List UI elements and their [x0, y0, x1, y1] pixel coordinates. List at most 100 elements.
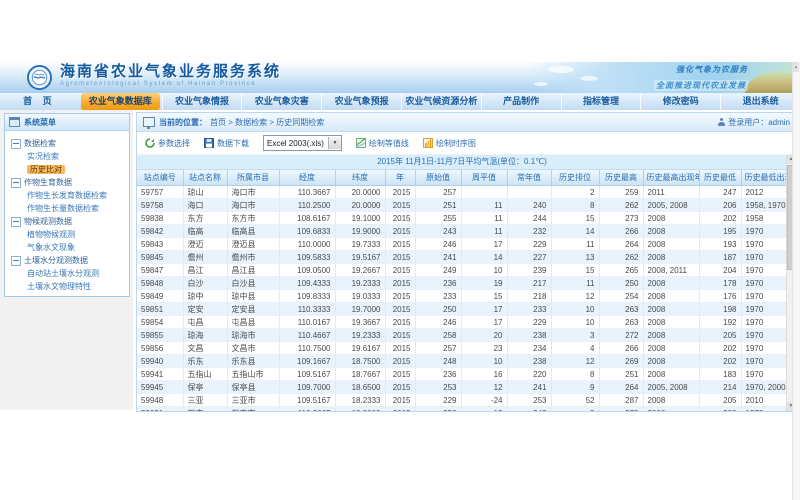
table-cell: 2015: [385, 342, 415, 355]
table-row[interactable]: 59758海口海口市110.250020.0000201525111240826…: [137, 199, 787, 212]
table-cell: 269: [599, 355, 643, 368]
tree-group[interactable]: 物候观测数据: [11, 215, 127, 228]
table-cell: 澄迈: [183, 238, 227, 251]
collapse-icon[interactable]: [11, 139, 21, 149]
table-row[interactable]: 59843澄迈澄迈县110.000019.7333201524617229112…: [137, 238, 787, 251]
table-row[interactable]: 59948三亚三亚市109.516718.23332015229-2425352…: [137, 394, 787, 407]
table-cell: 1958: [741, 212, 787, 225]
tree-item[interactable]: 植物物候观测: [11, 228, 127, 241]
export-format-select[interactable]: Excel 2003(.xls) ▼: [263, 135, 342, 151]
table-row[interactable]: 59951万宁万宁市110.366718.8000201525613243927…: [137, 407, 787, 412]
nav-item[interactable]: 农业气象数据库: [81, 93, 160, 110]
table-cell: 243: [415, 225, 461, 238]
nav-item[interactable]: 农业气象预报: [321, 93, 401, 110]
column-header: 站点名称: [183, 170, 227, 186]
table-cell: 19.7000: [335, 303, 385, 316]
sidebar-column: 系统菜单 数据检索实况检索历史比对作物生育数据作物生长发育数据检索作物生长量数据…: [0, 110, 133, 410]
table-row[interactable]: 59940乐东乐东县109.166718.7500201524810238122…: [137, 355, 787, 368]
table-cell: 1958, 1970: [741, 199, 787, 212]
table-row[interactable]: 59845儋州儋州市109.583319.5167201524114227132…: [137, 251, 787, 264]
tree-item[interactable]: 土壤水文物理特性: [11, 280, 127, 293]
table-cell: 2008: [643, 316, 699, 329]
table-cell: 1970: [741, 316, 787, 329]
tree-item[interactable]: 自动站土壤水分观测: [11, 267, 127, 280]
table-cell: 2008: [643, 368, 699, 381]
table-row[interactable]: 59945保亭保亭县109.700018.6500201525312241926…: [137, 381, 787, 394]
table-cell: 262: [599, 251, 643, 264]
table-cell: -24: [461, 394, 507, 407]
table-cell: 1970: [741, 251, 787, 264]
table-cell: 220: [507, 368, 551, 381]
table-cell: 214: [699, 381, 741, 394]
tree-group-label: 土壤水分观测数据: [24, 255, 88, 266]
column-header: 历史最高: [599, 170, 643, 186]
table-cell: 266: [599, 225, 643, 238]
table-cell: 266: [599, 342, 643, 355]
table-row[interactable]: 59856文昌文昌市110.750019.6167201525723234426…: [137, 342, 787, 355]
table-row[interactable]: 59842临高临高县109.683319.9000201524311232142…: [137, 225, 787, 238]
collapse-icon[interactable]: [11, 256, 21, 266]
table-row[interactable]: 59849琼中琼中县109.833319.0333201523315218122…: [137, 290, 787, 303]
column-header: 经度: [279, 170, 335, 186]
column-header: 年: [385, 170, 415, 186]
breadcrumb[interactable]: 首页 > 数据检索 > 历史同期检索: [210, 117, 324, 128]
nav-item[interactable]: 农业气象灾害: [241, 93, 321, 110]
tree-item[interactable]: 实况检索: [11, 150, 127, 163]
table-cell: 17: [461, 238, 507, 251]
table-row[interactable]: 59854屯昌屯昌县110.016719.3667201524617229102…: [137, 316, 787, 329]
nav-item[interactable]: 退出系统: [720, 93, 800, 110]
table-cell: 2015: [385, 316, 415, 329]
tree-item[interactable]: 历史比对: [11, 163, 127, 176]
table-cell: 229: [507, 238, 551, 251]
table-cell: 1970: [741, 277, 787, 290]
collapse-icon[interactable]: [11, 217, 21, 227]
table-cell: 229: [507, 316, 551, 329]
nav-item[interactable]: 指标管理: [561, 93, 641, 110]
tree-group[interactable]: 作物生育数据: [11, 176, 127, 189]
table-row[interactable]: 59851定安定安县110.333319.7000201525017233102…: [137, 303, 787, 316]
table-row[interactable]: 59838东方东方市108.616719.1000201525511244152…: [137, 212, 787, 225]
table-cell: 240: [507, 199, 551, 212]
table-cell: 202: [699, 342, 741, 355]
table-cell: 12: [551, 355, 599, 368]
table-cell: 239: [507, 264, 551, 277]
table-cell: 19.0333: [335, 290, 385, 303]
collapse-icon[interactable]: [11, 178, 21, 188]
table-cell: 234: [507, 342, 551, 355]
table-row[interactable]: 59848白沙白沙县109.433319.2333201523619217112…: [137, 277, 787, 290]
draw-timeseries-button[interactable]: 绘制时序图: [423, 138, 476, 149]
data-download-button[interactable]: 数据下载: [204, 138, 249, 149]
tree-group[interactable]: 数据检索: [11, 137, 127, 150]
table-row[interactable]: 59757琼山海口市110.366720.0000201525722592011…: [137, 186, 787, 199]
nav-item[interactable]: 农业气象情报: [162, 93, 242, 110]
draw-contour-button[interactable]: 绘制等值线: [356, 138, 409, 149]
page-scrollbar[interactable]: ▲: [792, 62, 800, 500]
table-cell: 2015: [385, 264, 415, 277]
nav-item[interactable]: 产品制作: [481, 93, 561, 110]
param-select-button[interactable]: 参数选择: [145, 138, 190, 149]
tree-group[interactable]: 土壤水分观测数据: [11, 254, 127, 267]
nav-item[interactable]: 农业气候资源分析: [401, 93, 481, 110]
table-cell: 20.0000: [335, 186, 385, 199]
table-cell: 11: [461, 225, 507, 238]
table-cell: 保亭县: [227, 381, 279, 394]
table-cell: 2008: [643, 290, 699, 303]
table-cell: 屯昌县: [227, 316, 279, 329]
table-cell: 2015: [385, 407, 415, 412]
page-scroll-up-icon[interactable]: ▲: [793, 62, 799, 72]
table-cell: 109.5167: [279, 394, 335, 407]
tree-item[interactable]: 作物生长发育数据检索: [11, 189, 127, 202]
nav-item[interactable]: 修改密码: [640, 93, 720, 110]
table-row[interactable]: 59941五指山五指山市109.516718.76672015236162208…: [137, 368, 787, 381]
tree-item[interactable]: 气象水文现象: [11, 241, 127, 254]
table-row[interactable]: 59847昌江昌江县109.050019.2667201524910239152…: [137, 264, 787, 277]
table-cell: 229: [415, 394, 461, 407]
table-row[interactable]: 59855琼海琼海市110.466719.2333201525820238327…: [137, 329, 787, 342]
table-cell: 251: [415, 199, 461, 212]
tree-item[interactable]: 作物生长量数据检索: [11, 202, 127, 215]
nav-item[interactable]: 首 页: [0, 93, 79, 110]
table-cell: 2008: [643, 277, 699, 290]
site-subtitle: Agrometeorological System of Hainan Prov…: [60, 81, 281, 87]
table-cell: 109.1667: [279, 355, 335, 368]
table-cell: 13: [461, 407, 507, 412]
